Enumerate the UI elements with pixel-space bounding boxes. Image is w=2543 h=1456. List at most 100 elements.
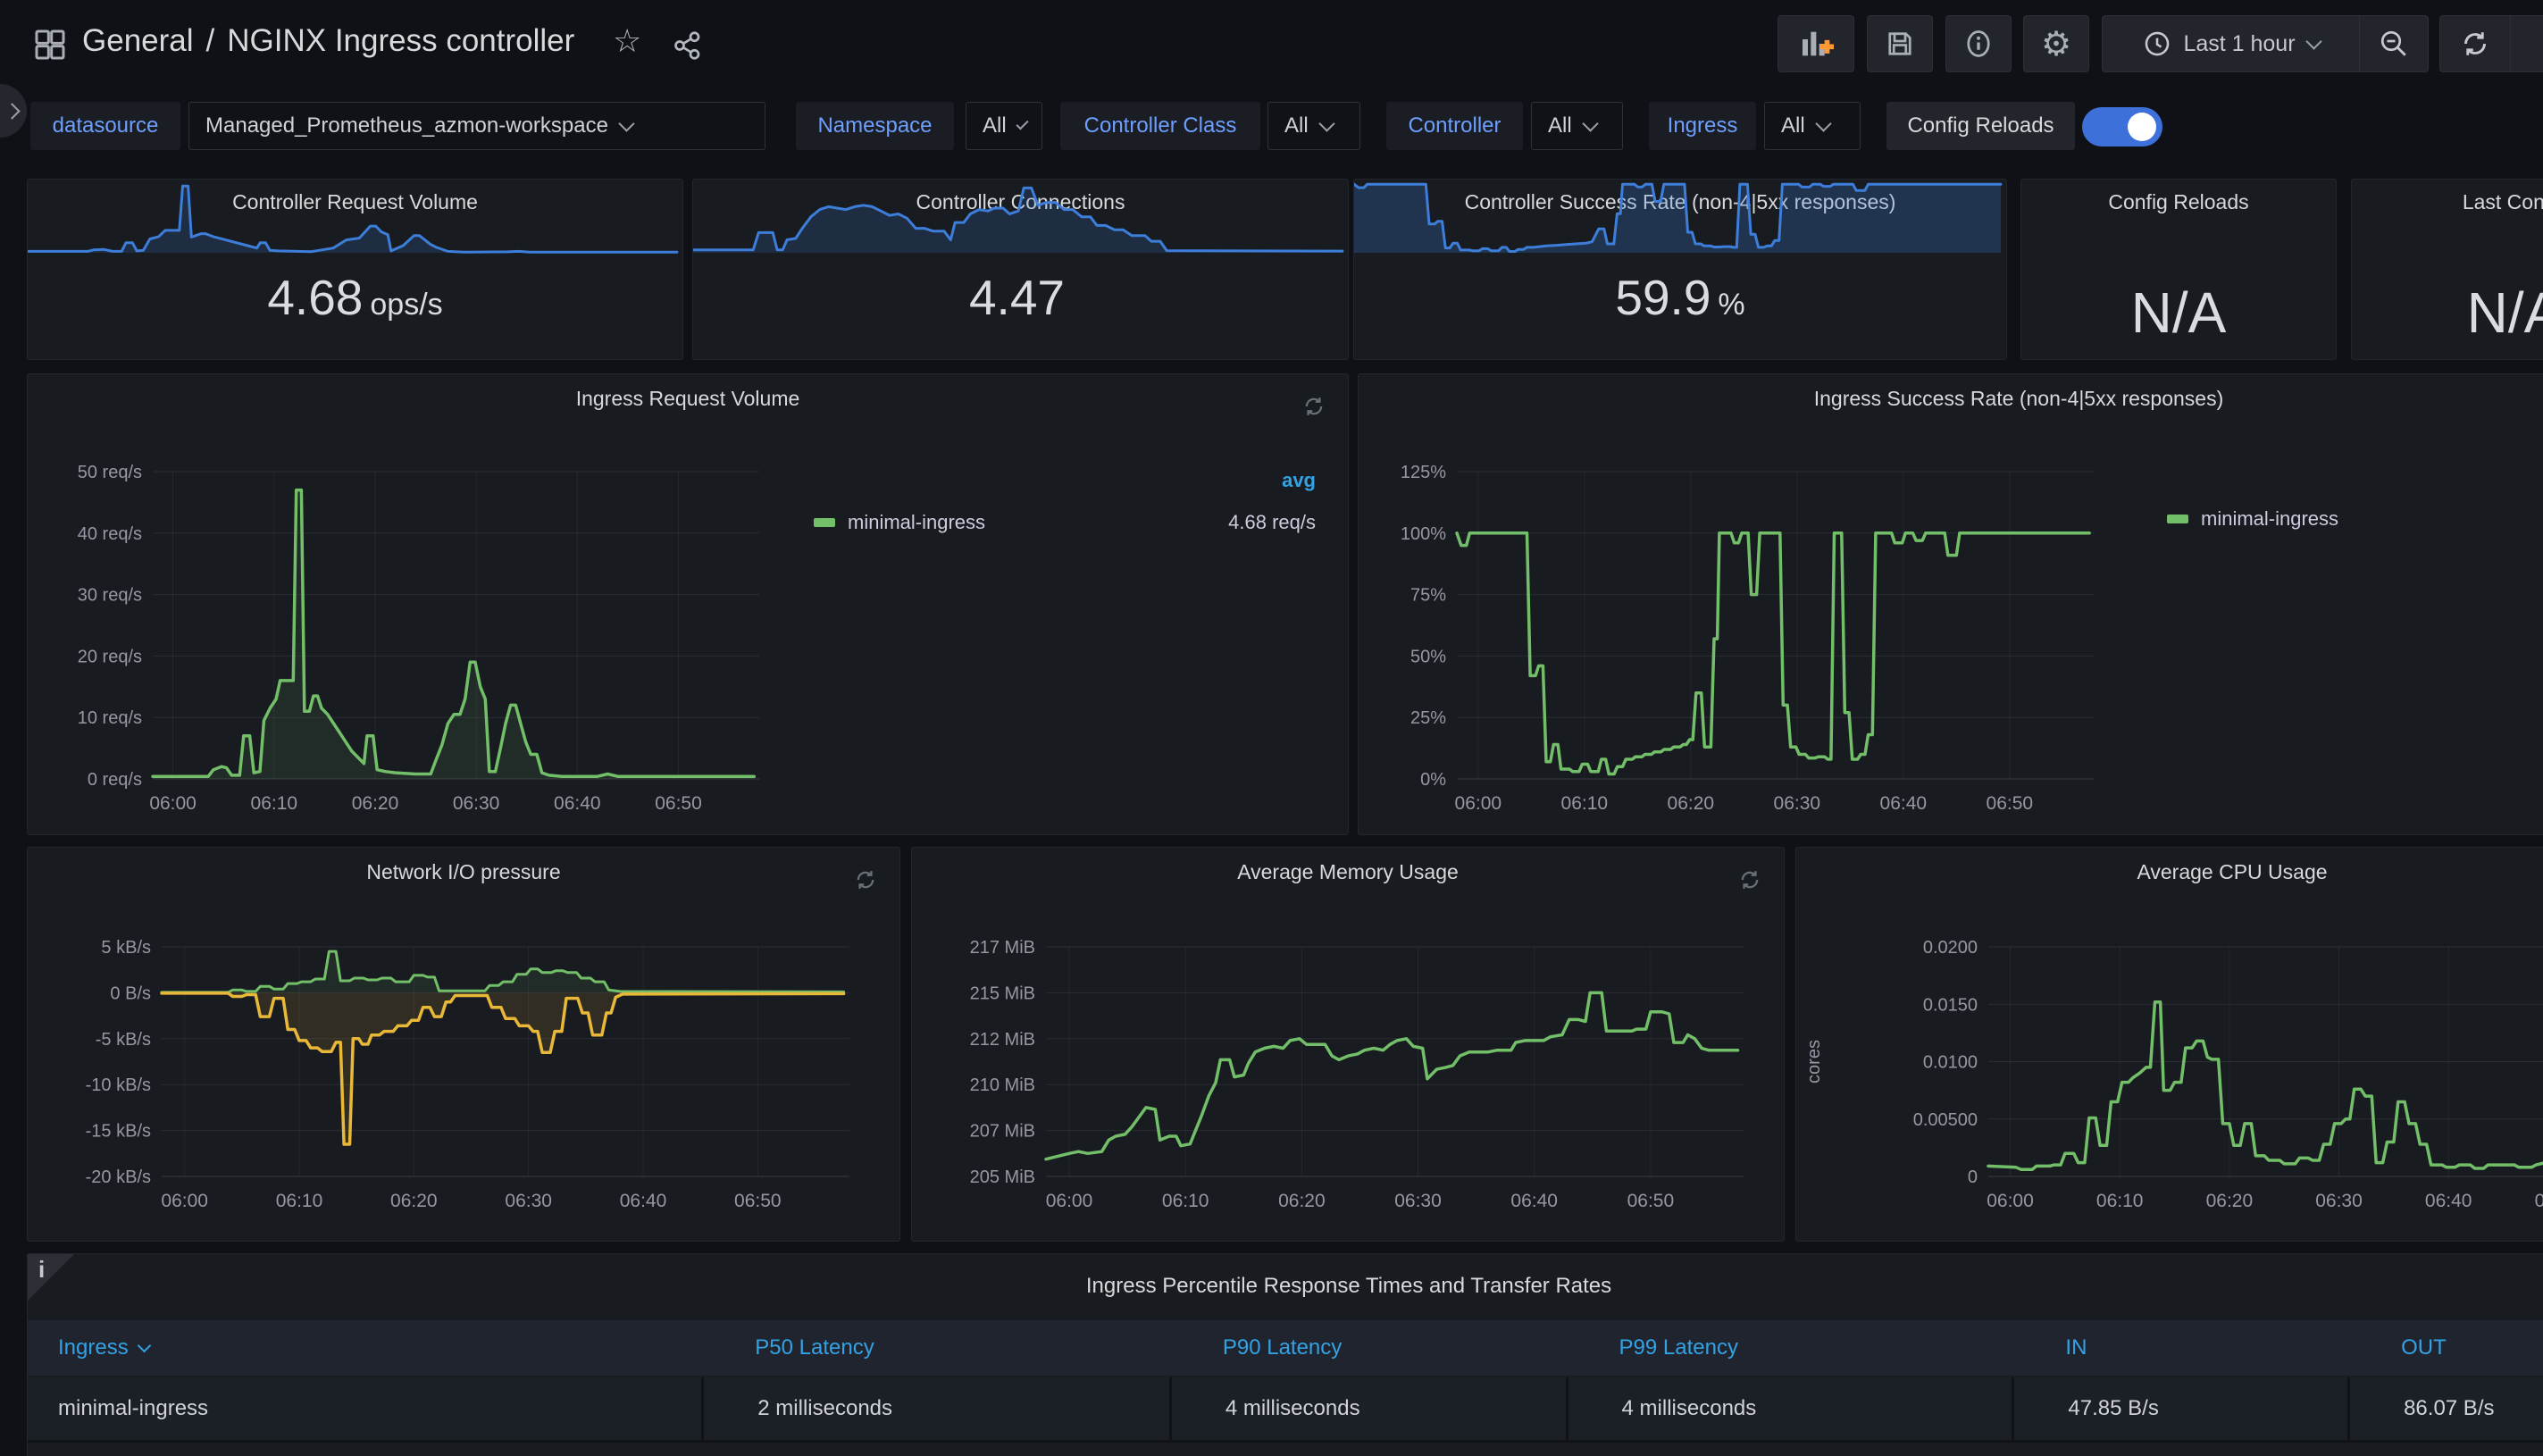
column-header-out[interactable]: OUT xyxy=(2347,1335,2543,1360)
refresh-group: 5s xyxy=(2439,15,2543,72)
panel-average-cpu-usage[interactable]: Average CPU Usage 00.005000.01000.01500.… xyxy=(1795,847,2543,1242)
variable-label-controller-class: Controller Class xyxy=(1060,102,1260,150)
column-header-p99[interactable]: P99 Latency xyxy=(1566,1335,2012,1360)
stat-panel-controller-request-volume[interactable]: Controller Request Volume 4.68ops/s xyxy=(27,179,683,360)
svg-text:217 MiB: 217 MiB xyxy=(970,938,1035,958)
zoom-out-button[interactable] xyxy=(2360,28,2428,60)
time-series-chart[interactable]: 00.005000.01000.01500.020006:0006:1006:2… xyxy=(1796,848,2543,1241)
svg-text:06:30: 06:30 xyxy=(1394,1191,1442,1211)
panel-ingress-percentile-table[interactable]: i Ingress Percentile Response Times and … xyxy=(27,1253,2543,1456)
variable-value: All xyxy=(1781,113,1805,138)
stat-panel-last-config[interactable]: Last Config N/A xyxy=(2351,179,2543,360)
cell-p99: 4 milliseconds xyxy=(1566,1377,2012,1440)
dashboard-settings-button[interactable]: ⚙ xyxy=(2023,15,2089,72)
svg-text:06:10: 06:10 xyxy=(251,793,298,814)
toggle-knob xyxy=(2128,113,2156,141)
stat-value: N/A xyxy=(2352,280,2543,346)
refresh-interval-picker[interactable]: 5s xyxy=(2511,31,2543,57)
svg-text:06:50: 06:50 xyxy=(2535,1191,2543,1211)
svg-text:205 MiB: 205 MiB xyxy=(970,1167,1035,1187)
svg-text:-15 kB/s: -15 kB/s xyxy=(86,1122,151,1142)
column-header-p50[interactable]: P50 Latency xyxy=(701,1335,1169,1360)
config-reloads-label: Config Reloads xyxy=(1886,102,2075,150)
svg-text:0 req/s: 0 req/s xyxy=(88,770,142,790)
panel-network-io-pressure[interactable]: Network I/O pressure 5 kB/s0 B/s-5 kB/s-… xyxy=(27,847,900,1242)
datasource-select[interactable]: Managed_Prometheus_azmon-workspace xyxy=(188,102,765,150)
panel-ingress-success-rate[interactable]: Ingress Success Rate (non-4|5xx response… xyxy=(1358,373,2543,835)
svg-text:06:00: 06:00 xyxy=(161,1191,208,1211)
svg-text:0%: 0% xyxy=(1420,770,1446,790)
column-header-ingress[interactable]: Ingress xyxy=(28,1335,701,1360)
stat-panel-config-reloads[interactable]: Config Reloads N/A xyxy=(2020,179,2337,360)
panel-ingress-request-volume[interactable]: Ingress Request Volume 0 req/s10 req/s20… xyxy=(27,373,1349,835)
save-dashboard-button[interactable] xyxy=(1867,15,1933,72)
svg-text:06:30: 06:30 xyxy=(2315,1191,2363,1211)
time-range-picker[interactable]: Last 1 hour xyxy=(2103,29,2359,59)
stat-panel-controller-success-rate[interactable]: Controller Success Rate (non-4|5xx respo… xyxy=(1353,179,2007,360)
svg-text:06:00: 06:00 xyxy=(1455,793,1502,814)
svg-text:06:40: 06:40 xyxy=(1510,1191,1558,1211)
panel-average-memory-usage[interactable]: Average Memory Usage 205 MiB207 MiB210 M… xyxy=(911,847,1785,1242)
time-series-chart[interactable]: 0 req/s10 req/s20 req/s30 req/s40 req/s5… xyxy=(28,374,1348,834)
variable-value: All xyxy=(1548,113,1572,138)
column-header-in[interactable]: IN xyxy=(2012,1335,2347,1360)
variable-select-controller-class[interactable]: All xyxy=(1267,102,1360,150)
svg-text:50 req/s: 50 req/s xyxy=(78,463,142,482)
share-icon[interactable] xyxy=(672,29,704,62)
chevron-down-icon xyxy=(618,115,634,131)
svg-text:0.0200: 0.0200 xyxy=(1923,938,1978,958)
svg-text:06:20: 06:20 xyxy=(390,1191,438,1211)
variable-select-ingress[interactable]: All xyxy=(1764,102,1861,150)
svg-text:cores: cores xyxy=(1804,1040,1824,1084)
time-series-chart[interactable]: 5 kB/s0 B/s-5 kB/s-10 kB/s-15 kB/s-20 kB… xyxy=(28,848,899,1241)
add-panel-button[interactable] xyxy=(1778,15,1854,72)
legend: avg minimal-ingress 4.68 req/s xyxy=(814,460,1316,544)
favorite-star-icon[interactable]: ☆ xyxy=(613,25,641,57)
variable-value: All xyxy=(983,113,1007,138)
refresh-icon xyxy=(2459,28,2491,60)
variable-select-namespace[interactable]: All xyxy=(966,102,1042,150)
svg-text:06:40: 06:40 xyxy=(554,793,601,814)
stat-value: 4.68ops/s xyxy=(28,269,682,326)
breadcrumb: General/NGINX Ingress controller xyxy=(82,23,574,59)
svg-text:06:00: 06:00 xyxy=(149,793,197,814)
svg-text:06:30: 06:30 xyxy=(1774,793,1821,814)
legend-color-swatch xyxy=(2167,515,2188,523)
config-reloads-toggle[interactable] xyxy=(2082,107,2162,146)
clock-icon xyxy=(2142,29,2172,59)
stat-value: 4.47 xyxy=(693,269,1348,326)
legend-item[interactable]: minimal-ingress xyxy=(2167,498,2338,540)
svg-text:06:50: 06:50 xyxy=(1987,793,2034,814)
time-series-chart[interactable]: 205 MiB207 MiB210 MiB212 MiB215 MiB217 M… xyxy=(912,848,1784,1241)
breadcrumb-section[interactable]: General xyxy=(82,23,194,58)
svg-text:-10 kB/s: -10 kB/s xyxy=(86,1075,151,1095)
dashboards-grid-icon[interactable] xyxy=(32,27,68,63)
svg-text:06:50: 06:50 xyxy=(655,793,702,814)
svg-text:125%: 125% xyxy=(1401,463,1446,482)
column-header-p90[interactable]: P90 Latency xyxy=(1169,1335,1566,1360)
chevron-down-icon xyxy=(1815,115,1831,131)
legend-header-avg[interactable]: avg xyxy=(814,460,1316,501)
legend-value: 4.68 req/s xyxy=(1228,511,1316,534)
svg-text:06:40: 06:40 xyxy=(1880,793,1928,814)
dashboard-insights-button[interactable] xyxy=(1945,15,2012,72)
table-row[interactable]: minimal-ingress 2 milliseconds 4 millise… xyxy=(28,1377,2543,1440)
svg-text:06:50: 06:50 xyxy=(734,1191,782,1211)
legend-item[interactable]: minimal-ingress 4.68 req/s xyxy=(814,501,1316,544)
divider xyxy=(28,1440,2543,1443)
table-header-row: Ingress P50 Latency P90 Latency P99 Late… xyxy=(28,1320,2543,1376)
svg-text:06:10: 06:10 xyxy=(276,1191,323,1211)
chevron-right-icon xyxy=(4,103,20,119)
svg-text:30 req/s: 30 req/s xyxy=(78,586,142,606)
stat-title: Last Config xyxy=(2352,190,2543,214)
variable-select-controller[interactable]: All xyxy=(1531,102,1623,150)
open-menu-handle[interactable] xyxy=(0,84,27,138)
refresh-button[interactable] xyxy=(2440,28,2510,60)
gear-icon: ⚙ xyxy=(2041,27,2071,61)
svg-text:06:30: 06:30 xyxy=(505,1191,552,1211)
time-range-label: Last 1 hour xyxy=(2183,31,2295,57)
svg-text:0.00500: 0.00500 xyxy=(1913,1110,1978,1130)
stat-panel-controller-connections[interactable]: Controller Connections 4.47 xyxy=(692,179,1349,360)
time-series-chart[interactable]: 0%25%50%75%100%125%06:0006:1006:2006:300… xyxy=(1359,374,2543,834)
stat-title: Config Reloads xyxy=(2021,190,2336,214)
